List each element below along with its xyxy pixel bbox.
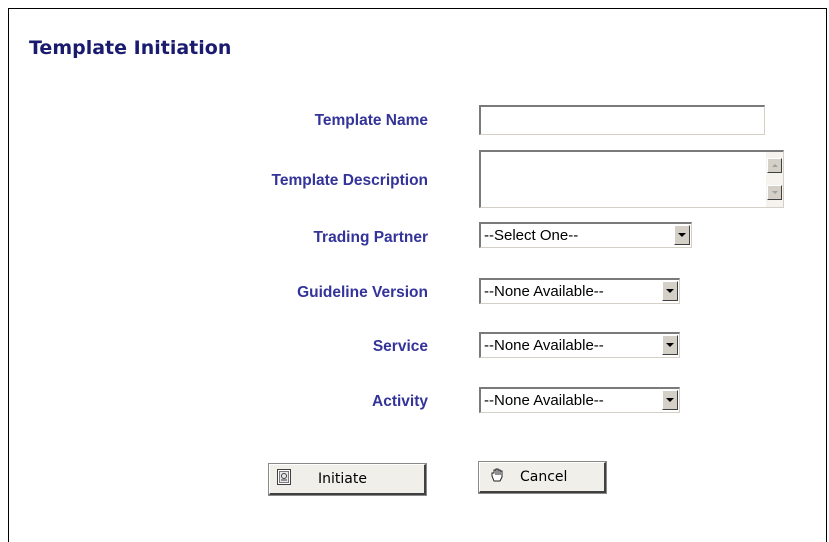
guideline-version-label: Guideline Version [297, 284, 428, 301]
scroll-up-button[interactable] [767, 158, 782, 173]
page-frame: Template Initiation Template Name Templa… [8, 8, 827, 542]
trading-partner-label: Trading Partner [313, 229, 428, 246]
guideline-version-selected: --None Available-- [484, 283, 604, 300]
trading-partner-select[interactable]: --Select One-- [479, 222, 692, 248]
dropdown-arrow-icon[interactable] [662, 281, 678, 301]
template-description-label: Template Description [271, 172, 428, 189]
scroll-up-arrow-icon [771, 164, 778, 167]
dropdown-arrow-icon[interactable] [662, 390, 678, 410]
cancel-button-label: Cancel [520, 469, 568, 485]
scroll-down-button[interactable] [767, 185, 782, 200]
template-description-textarea[interactable] [479, 150, 784, 208]
scroll-down-arrow-icon [771, 191, 778, 194]
guideline-version-select[interactable]: --None Available-- [479, 278, 680, 304]
trading-partner-selected: --Select One-- [484, 227, 579, 244]
activity-selected: --None Available-- [484, 392, 604, 409]
initiate-button-label: Initiate [318, 471, 367, 487]
dropdown-arrow-icon[interactable] [674, 225, 690, 245]
template-name-input[interactable] [479, 105, 765, 135]
page-title: Template Initiation [29, 37, 232, 59]
activity-select[interactable]: --None Available-- [479, 387, 680, 413]
initiate-button[interactable]: Initiate [268, 463, 427, 496]
service-label: Service [372, 338, 428, 355]
dropdown-arrow-icon[interactable] [662, 335, 678, 355]
cancel-button[interactable]: Cancel [478, 461, 607, 494]
template-name-label: Template Name [314, 112, 428, 129]
hand-icon [489, 467, 505, 487]
service-select[interactable]: --None Available-- [479, 332, 680, 358]
textarea-scrollbar[interactable] [766, 152, 783, 207]
activity-label: Activity [372, 393, 428, 410]
service-selected: --None Available-- [484, 337, 604, 354]
document-icon [277, 469, 291, 489]
